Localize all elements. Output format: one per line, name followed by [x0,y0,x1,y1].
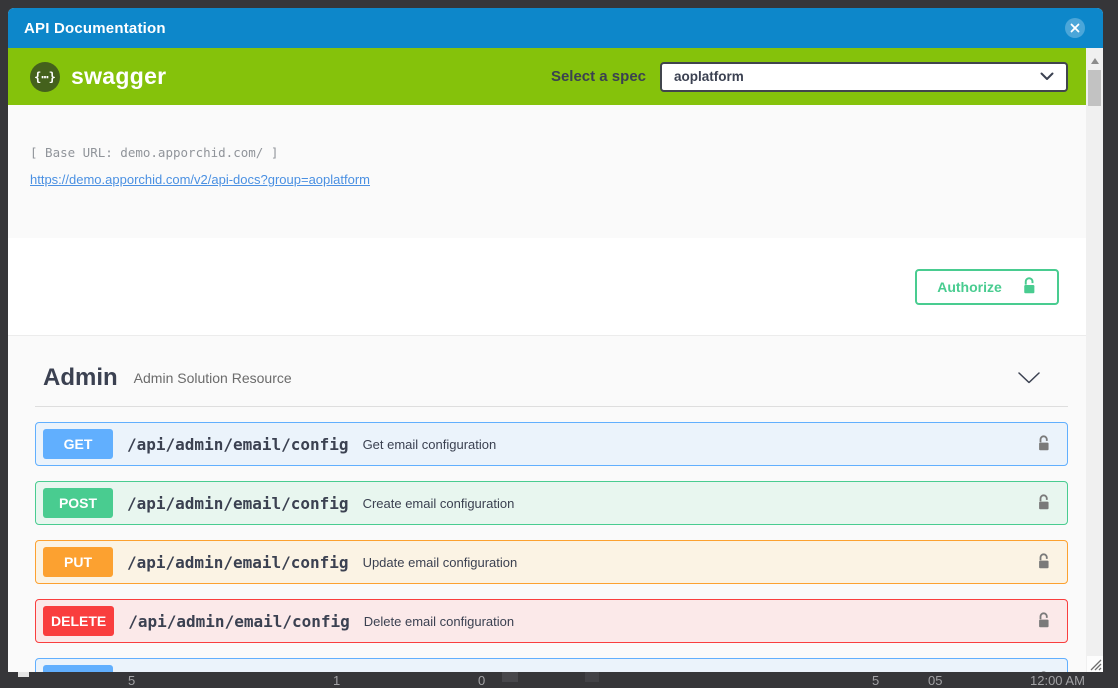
background-page-fragment: 0 [478,673,485,688]
background-page-fragment [585,672,599,682]
background-page-fragment [502,672,518,682]
operation-row-get[interactable]: GET /api/admin/email/config Get email co… [35,422,1068,466]
api-documentation-modal: API Documentation {⋯} swagger Select a s… [8,8,1103,672]
unlock-icon [1022,277,1037,296]
select-spec-label: Select a spec [551,68,646,85]
swagger-header: {⋯} swagger Select a spec aoplatform [8,48,1086,105]
resize-grip-icon [1087,656,1103,672]
close-icon [1070,23,1080,33]
resize-handle[interactable] [1087,656,1103,672]
tag-header[interactable]: Admin Admin Solution Resource [35,356,1068,407]
method-badge: POST [43,488,113,518]
api-docs-link[interactable]: https://demo.apporchid.com/v2/api-docs?g… [30,172,370,187]
background-page-fragment: 5 [128,673,135,688]
background-page-fragment [18,672,29,677]
method-badge: GET [43,665,113,672]
operation-row-post[interactable]: POST /api/admin/email/config Create emai… [35,481,1068,525]
swagger-logo-icon: {⋯} [30,62,60,92]
selected-spec-value: aoplatform [674,69,1040,84]
endpoint-path: /api/admin/email/config [127,435,349,454]
modal-titlebar: API Documentation [8,8,1103,48]
method-badge: PUT [43,547,113,577]
method-badge: GET [43,429,113,459]
scrollbar[interactable] [1086,48,1103,672]
open-padlock-icon[interactable] [1037,494,1051,512]
tag-title: Admin [43,364,118,392]
endpoint-path: /api/admin/email/config [127,494,349,513]
open-padlock-icon[interactable] [1037,671,1051,672]
open-padlock-icon[interactable] [1037,612,1051,630]
swagger-brand: swagger [71,63,166,90]
background-page-fragment: 5 [872,673,879,688]
operation-row-put[interactable]: PUT /api/admin/email/config Update email… [35,540,1068,584]
modal-title: API Documentation [24,20,166,37]
api-info-section: [ Base URL: demo.apporchid.com/ ] https:… [8,105,1086,238]
endpoint-path: /api/admin/email/config [127,553,349,572]
base-url-text: [ Base URL: demo.apporchid.com/ ] [30,145,1086,160]
section-collapse-chevron[interactable] [1018,372,1040,384]
chevron-down-icon [1040,72,1054,81]
tag-subtitle: Admin Solution Resource [134,370,292,386]
chevron-down-icon [1018,372,1040,384]
endpoint-summary: Delete email configuration [364,614,514,629]
spec-select-dropdown[interactable]: aoplatform [660,62,1068,92]
endpoint-path: /api/admin/email/config [128,612,350,631]
authorize-label: Authorize [937,279,1002,295]
endpoint-summary: Create email configuration [363,496,515,511]
close-button[interactable] [1065,18,1085,38]
operation-row-delete[interactable]: DELETE /api/admin/email/config Delete em… [35,599,1068,643]
method-badge: DELETE [43,606,114,636]
modal-content: {⋯} swagger Select a spec aoplatform [ B… [8,48,1086,672]
background-page-fragment: 12:00 AM [1030,673,1085,688]
endpoint-summary: Update email configuration [363,555,518,570]
scroll-up-button[interactable] [1086,54,1103,68]
scroll-up-arrow-icon [1091,58,1099,64]
auth-section: Authorize [8,238,1086,336]
tag-section-admin: Admin Admin Solution Resource GET /api/a… [8,336,1086,672]
authorize-button[interactable]: Authorize [915,269,1059,305]
background-page-fragment: 05 [928,673,942,688]
open-padlock-icon[interactable] [1037,553,1051,571]
scrollbar-thumb[interactable] [1088,70,1101,106]
open-padlock-icon[interactable] [1037,435,1051,453]
operation-row-get-partial[interactable]: GET [35,658,1068,672]
background-page-fragment: 1 [333,673,340,688]
endpoint-summary: Get email configuration [363,437,497,452]
